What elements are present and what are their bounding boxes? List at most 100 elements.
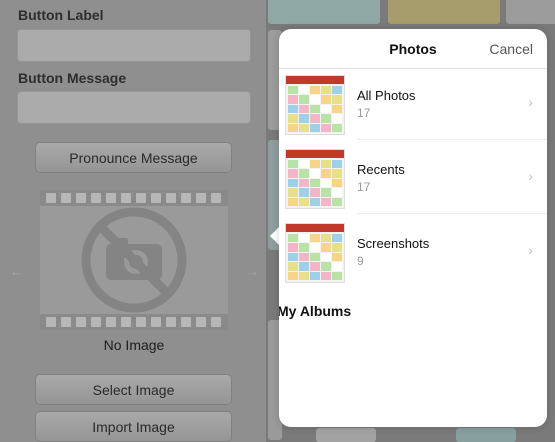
thumbnail-cell xyxy=(288,188,298,197)
thumbnail-cell xyxy=(310,197,320,206)
thumbnail-cell xyxy=(288,169,298,178)
album-thumbnail xyxy=(285,149,345,209)
thumbnail-cell xyxy=(299,243,309,252)
thumbnail-cell xyxy=(299,271,309,280)
album-title: Screenshots xyxy=(357,236,430,251)
thumbnail-cell xyxy=(321,114,331,123)
thumbnail-cell xyxy=(310,104,320,114)
thumbnail-cell xyxy=(332,178,342,188)
film-frame xyxy=(40,206,228,314)
previous-arrow-icon[interactable]: ← xyxy=(10,264,23,279)
board-tile xyxy=(316,428,376,442)
thumbnail-cell xyxy=(288,262,298,271)
thumbnail-cell xyxy=(299,95,309,104)
thumbnail-cell xyxy=(299,252,309,262)
thumbnail-cell xyxy=(321,169,331,178)
thumbnail-cell xyxy=(332,169,342,178)
thumbnail-cell xyxy=(332,160,342,169)
thumbnail-cell xyxy=(288,271,298,280)
album-thumbnail xyxy=(285,75,345,135)
thumbnail-cell xyxy=(310,188,320,197)
album-row-screenshots[interactable]: Screenshots 9 › xyxy=(279,218,547,288)
thumbnail-cell xyxy=(310,271,320,280)
thumbnail-cell xyxy=(299,169,309,178)
thumbnail-cell xyxy=(321,234,331,243)
thumbnail-cell xyxy=(299,188,309,197)
thumbnail-cell xyxy=(332,197,342,206)
thumbnail-cell xyxy=(321,123,331,132)
thumbnail-cell xyxy=(321,160,331,169)
thumbnail-cell xyxy=(299,262,309,271)
thumbnail-cell xyxy=(310,262,320,271)
thumbnail-cell xyxy=(321,252,331,262)
film-perforations-bottom xyxy=(46,317,221,327)
thumbnail-cell xyxy=(288,114,298,123)
my-albums-heading: My Albums xyxy=(279,303,352,319)
thumbnail-cell xyxy=(321,197,331,206)
album-title: All Photos xyxy=(357,88,416,103)
thumbnail-cell xyxy=(310,169,320,178)
button-message-field[interactable] xyxy=(17,91,251,124)
thumbnail-cell xyxy=(288,160,298,169)
thumbnail-cell xyxy=(310,178,320,188)
thumbnail-cell xyxy=(288,104,298,114)
thumbnail-cell xyxy=(321,178,331,188)
thumbnail-cell xyxy=(310,95,320,104)
album-row-all-photos[interactable]: All Photos 17 › xyxy=(279,70,547,140)
thumbnail-cell xyxy=(288,123,298,132)
thumbnail-cell xyxy=(332,252,342,262)
thumbnail-cell xyxy=(310,123,320,132)
thumbnail-cell xyxy=(310,243,320,252)
thumbnail-cell xyxy=(310,160,320,169)
album-count: 17 xyxy=(357,180,371,194)
thumbnail-cell xyxy=(332,243,342,252)
thumbnail-cell xyxy=(310,234,320,243)
thumbnail-cell xyxy=(299,114,309,123)
board-tile xyxy=(388,0,500,24)
no-photo-icon xyxy=(81,207,187,313)
thumbnail-cell xyxy=(288,86,298,95)
thumbnail-cell xyxy=(332,271,342,280)
thumbnail-cell xyxy=(299,197,309,206)
thumbnail-cell xyxy=(321,271,331,280)
board-tile xyxy=(456,428,516,442)
button-label-field[interactable] xyxy=(17,29,251,62)
import-image-button[interactable]: Import Image xyxy=(35,411,232,442)
thumbnail-cell xyxy=(299,160,309,169)
thumbnail-cell xyxy=(321,243,331,252)
thumbnail-cell xyxy=(310,86,320,95)
thumbnail-cell xyxy=(321,188,331,197)
chevron-right-icon: › xyxy=(528,168,533,184)
thumbnail-cell xyxy=(321,86,331,95)
thumbnail-cell xyxy=(332,114,342,123)
thumbnail-cell xyxy=(310,252,320,262)
thumbnail-cell xyxy=(299,123,309,132)
select-image-button[interactable]: Select Image xyxy=(35,374,232,405)
cancel-button[interactable]: Cancel xyxy=(489,41,533,57)
thumbnail-cell xyxy=(299,104,309,114)
thumbnail-cell xyxy=(310,114,320,123)
button-editor-panel: Button Label Button Message Pronounce Me… xyxy=(0,0,266,442)
thumbnail-cell xyxy=(321,104,331,114)
thumbnail-cell xyxy=(332,104,342,114)
chevron-right-icon: › xyxy=(528,242,533,258)
row-divider xyxy=(357,139,547,140)
thumbnail-cell xyxy=(332,123,342,132)
popover-navbar: Photos Cancel xyxy=(279,29,547,69)
thumbnail-cell xyxy=(288,95,298,104)
film-perforations-top xyxy=(46,193,221,203)
thumbnail-cell xyxy=(332,188,342,197)
pronounce-message-button[interactable]: Pronounce Message xyxy=(35,142,232,173)
row-divider xyxy=(357,213,547,214)
board-tile xyxy=(268,0,380,24)
thumbnail-cell xyxy=(299,86,309,95)
thumbnail-cell xyxy=(321,262,331,271)
next-arrow-icon[interactable]: → xyxy=(246,264,259,279)
thumbnail-cell xyxy=(288,234,298,243)
album-count: 17 xyxy=(357,106,371,120)
thumbnail-cell xyxy=(332,86,342,95)
image-placeholder[interactable] xyxy=(40,190,228,330)
button-label-caption: Button Label xyxy=(18,7,104,23)
album-row-recents[interactable]: Recents 17 › xyxy=(279,144,547,214)
thumbnail-cell xyxy=(299,234,309,243)
